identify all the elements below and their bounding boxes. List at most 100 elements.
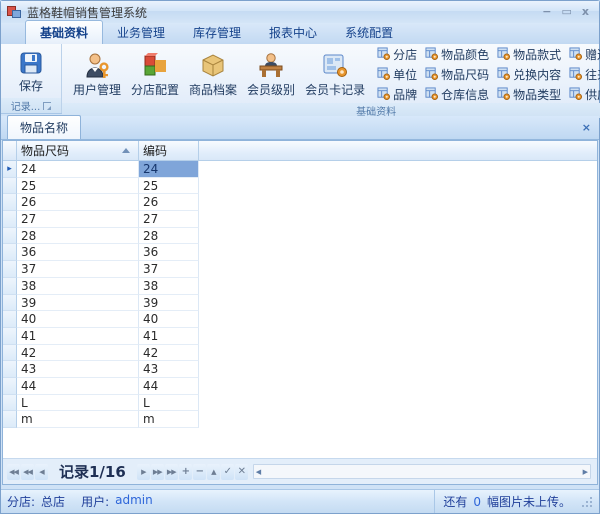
table-row[interactable]: LL (3, 395, 597, 412)
grid-cell[interactable]: 24 (139, 161, 199, 178)
table-row[interactable]: 4040 (3, 311, 597, 328)
分店配置-button[interactable]: 分店配置 (126, 46, 184, 103)
grid-cell[interactable]: 38 (139, 278, 199, 295)
grid-cell[interactable]: 37 (17, 261, 139, 278)
grid-cell[interactable]: L (139, 395, 199, 412)
save-button[interactable]: 保存 (3, 46, 59, 98)
append-record-button[interactable]: + (179, 464, 192, 480)
small-item-赠送金额[interactable]: 赠送金额 (566, 46, 600, 63)
table-row[interactable]: 2727 (3, 211, 597, 228)
table-row[interactable]: 2828 (3, 228, 597, 245)
grid-cell[interactable]: 36 (17, 244, 139, 261)
small-item-兑换内容[interactable]: 兑换内容 (494, 66, 564, 83)
first-record-button[interactable]: ◀◀ (7, 464, 20, 480)
table-row[interactable]: 4444 (3, 378, 597, 395)
grid-cell[interactable]: 36 (139, 244, 199, 261)
column-header-0[interactable]: 物品尺码 (17, 141, 139, 160)
用户管理-button[interactable]: 用户管理 (68, 46, 126, 103)
grid-cell[interactable]: 27 (139, 211, 199, 228)
record-count-text: 记录1/16 (49, 461, 136, 482)
post-edit-button[interactable]: ✓ (221, 464, 234, 480)
grid-cell[interactable]: 42 (139, 345, 199, 362)
row-indicator (3, 311, 17, 328)
grid-cell[interactable]: m (17, 411, 139, 428)
grid-cell[interactable]: 44 (17, 378, 139, 395)
form-gear-icon (569, 87, 582, 103)
grid-cell[interactable]: 40 (17, 311, 139, 328)
商品档案-button[interactable]: 商品档案 (184, 46, 242, 103)
ribbon-tab-1[interactable]: 业务管理 (103, 21, 179, 44)
resize-grip-icon[interactable] (581, 496, 593, 508)
grid-cell[interactable]: 43 (139, 361, 199, 378)
grid-header-row: 物品尺码编码 (3, 141, 597, 161)
small-item-物品类型[interactable]: 物品类型 (494, 86, 564, 103)
grid-cell[interactable]: 27 (17, 211, 139, 228)
next-record-button[interactable]: ▶ (137, 464, 150, 480)
会员卡记录-button[interactable]: 会员卡记录 (300, 46, 370, 103)
grid-cell[interactable]: 38 (17, 278, 139, 295)
table-row[interactable]: 3737 (3, 261, 597, 278)
horizontal-scrollbar[interactable]: ◀ ▶ (253, 464, 591, 479)
table-row[interactable]: 3939 (3, 295, 597, 312)
scroll-right-icon[interactable]: ▶ (583, 468, 588, 476)
table-row[interactable]: 4242 (3, 345, 597, 362)
small-item-仓库信息[interactable]: 仓库信息 (422, 86, 492, 103)
prior-record-button[interactable]: ◀ (35, 464, 48, 480)
maximize-icon[interactable]: ▭ (561, 6, 571, 18)
small-item-品牌[interactable]: 品牌 (374, 86, 420, 103)
minimize-icon[interactable]: − (542, 6, 551, 18)
grid-cell[interactable]: 40 (139, 311, 199, 328)
table-row[interactable]: 3838 (3, 278, 597, 295)
dialog-launcher-icon[interactable] (43, 102, 51, 110)
grid-cell[interactable]: m (139, 411, 199, 428)
small-item-物品颜色[interactable]: 物品颜色 (422, 46, 492, 63)
ribbon-tab-2[interactable]: 库存管理 (179, 21, 255, 44)
grid-cell[interactable]: 24 (17, 161, 139, 178)
ribbon-tab-0[interactable]: 基础资料 (25, 20, 103, 44)
grid-cell[interactable]: 28 (17, 228, 139, 245)
document-tab-item-name[interactable]: 物品名称 (7, 115, 81, 139)
data-grid: 物品尺码编码 ▸24242525262627272828363637373838… (2, 140, 598, 485)
small-item-物品尺码[interactable]: 物品尺码 (422, 66, 492, 83)
small-item-物品款式[interactable]: 物品款式 (494, 46, 564, 63)
small-item-分店[interactable]: 分店 (374, 46, 420, 63)
table-row[interactable]: mm (3, 411, 597, 428)
table-row[interactable]: 2525 (3, 178, 597, 195)
grid-cell[interactable]: 44 (139, 378, 199, 395)
grid-cell[interactable]: 28 (139, 228, 199, 245)
scroll-left-icon[interactable]: ◀ (256, 468, 261, 476)
last-record-button[interactable]: ▶▶ (165, 464, 178, 480)
delete-record-button[interactable]: − (193, 464, 206, 480)
grid-cell[interactable]: 37 (139, 261, 199, 278)
ribbon-tab-3[interactable]: 报表中心 (255, 21, 331, 44)
grid-cell[interactable]: 26 (139, 194, 199, 211)
table-row[interactable]: 2626 (3, 194, 597, 211)
next-page-button[interactable]: ▶▶ (151, 464, 164, 480)
table-row[interactable]: 4141 (3, 328, 597, 345)
small-item-单位[interactable]: 单位 (374, 66, 420, 83)
close-icon[interactable]: x (582, 6, 589, 18)
grid-cell[interactable]: 25 (139, 178, 199, 195)
row-indicator (3, 211, 17, 228)
grid-cell[interactable]: 39 (17, 295, 139, 312)
table-row[interactable]: 4343 (3, 361, 597, 378)
grid-cell[interactable]: 26 (17, 194, 139, 211)
grid-cell[interactable]: 43 (17, 361, 139, 378)
small-item-往来单位[interactable]: 往来单位 (566, 66, 600, 83)
prior-page-button[interactable]: ◀◀ (21, 464, 34, 480)
grid-cell[interactable]: 25 (17, 178, 139, 195)
edit-record-button[interactable]: ▲ (207, 464, 220, 480)
table-row[interactable]: 3636 (3, 244, 597, 261)
grid-cell[interactable]: 42 (17, 345, 139, 362)
grid-cell[interactable]: 41 (139, 328, 199, 345)
table-row[interactable]: ▸2424 (3, 161, 597, 178)
column-header-1[interactable]: 编码 (139, 141, 199, 160)
grid-cell[interactable]: 39 (139, 295, 199, 312)
会员级别-button[interactable]: 会员级别 (242, 46, 300, 103)
ribbon-tab-4[interactable]: 系统配置 (331, 21, 407, 44)
grid-cell[interactable]: L (17, 395, 139, 412)
document-close-icon[interactable]: × (582, 121, 591, 134)
cancel-edit-button[interactable]: ✕ (235, 464, 248, 480)
grid-cell[interactable]: 41 (17, 328, 139, 345)
small-item-供应商[interactable]: 供应商 (566, 86, 600, 103)
